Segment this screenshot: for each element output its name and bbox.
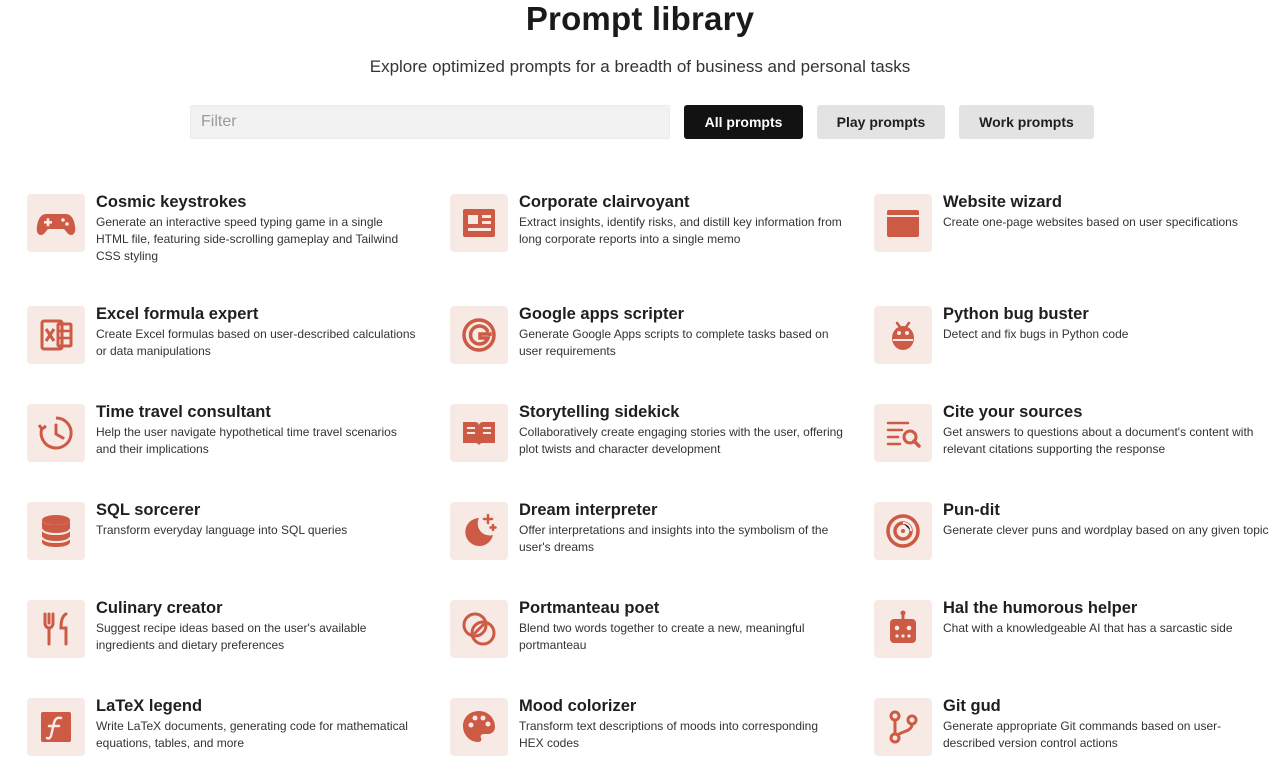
prompt-card-python-bug-buster[interactable]: Python bug buster Detect and fix bugs in… (874, 305, 1264, 396)
card-description: Chat with a knowledgeable AI that has a … (943, 621, 1233, 635)
card-title: Pun-dit (943, 501, 1000, 519)
time-travel-icon (27, 404, 85, 462)
prompt-card-hal-the-humorous-helper[interactable]: Hal the humorous helper Chat with a know… (874, 599, 1264, 690)
card-description: Generate appropriate Git commands based … (943, 719, 1222, 750)
google-icon (450, 306, 508, 364)
prompt-card-storytelling-sidekick[interactable]: Storytelling sidekick Collaboratively cr… (450, 403, 850, 494)
gamepad-icon (27, 194, 85, 252)
card-title: SQL sorcerer (96, 501, 201, 519)
card-description: Generate clever puns and wordplay based … (943, 523, 1269, 537)
prompt-card-sql-sorcerer[interactable]: SQL sorcerer Transform everyday language… (27, 501, 417, 592)
card-title: Hal the humorous helper (943, 599, 1138, 617)
prompt-card-excel-formula-expert[interactable]: Excel formula expert Create Excel formul… (27, 305, 417, 396)
card-title: Python bug buster (943, 305, 1089, 323)
card-title: Culinary creator (96, 599, 223, 617)
card-title: Google apps scripter (519, 305, 685, 323)
card-description: Generate an interactive speed typing gam… (96, 215, 399, 263)
card-title: Corporate clairvoyant (519, 193, 690, 211)
robot-icon (874, 600, 932, 658)
excel-icon (27, 306, 85, 364)
spiral-icon (874, 502, 932, 560)
tab-play-prompts[interactable]: Play prompts (817, 105, 945, 139)
filter-input[interactable] (190, 105, 670, 139)
card-title: Cite your sources (943, 403, 1083, 421)
bug-icon (874, 306, 932, 364)
card-title: Cosmic keystrokes (96, 193, 247, 211)
card-title: Mood colorizer (519, 697, 637, 715)
card-description: Blend two words together to create a new… (519, 621, 805, 652)
card-title: Excel formula expert (96, 305, 259, 323)
prompt-card-portmanteau-poet[interactable]: Portmanteau poet Blend two words togethe… (450, 599, 850, 690)
card-title: Dream interpreter (519, 501, 658, 519)
moon-stars-icon (450, 502, 508, 560)
utensils-icon (27, 600, 85, 658)
prompt-card-time-travel-consultant[interactable]: Time travel consultant Help the user nav… (27, 403, 417, 494)
tab-work-prompts[interactable]: Work prompts (959, 105, 1094, 139)
function-icon (27, 698, 85, 756)
card-description: Generate Google Apps scripts to complete… (519, 327, 829, 358)
prompt-card-mood-colorizer[interactable]: Mood colorizer Transform text descriptio… (450, 697, 850, 777)
tab-all-prompts[interactable]: All prompts (684, 105, 803, 139)
prompt-card-git-gud[interactable]: Git gud Generate appropriate Git command… (874, 697, 1264, 777)
card-title: Time travel consultant (96, 403, 271, 421)
card-title: Git gud (943, 697, 1001, 715)
card-description: Offer interpretations and insights into … (519, 523, 829, 554)
page-subtitle: Explore optimized prompts for a breadth … (369, 57, 911, 76)
prompt-card-website-wizard[interactable]: Website wizard Create one-page websites … (874, 193, 1264, 284)
newspaper-icon (450, 194, 508, 252)
prompt-card-dream-interpreter[interactable]: Dream interpreter Offer interpretations … (450, 501, 850, 592)
card-description: Create Excel formulas based on user-desc… (96, 327, 416, 358)
card-description: Collaboratively create engaging stories … (519, 425, 843, 456)
card-description: Help the user navigate hypothetical time… (96, 425, 397, 456)
prompt-card-latex-legend[interactable]: LaTeX legend Write LaTeX documents, gene… (27, 697, 417, 777)
card-title: Website wizard (943, 193, 1062, 211)
prompt-card-cosmic-keystrokes[interactable]: Cosmic keystrokes Generate an interactiv… (27, 193, 417, 284)
card-description: Transform text descriptions of moods int… (519, 719, 819, 750)
overlap-circles-icon (450, 600, 508, 658)
page-title: Prompt library (525, 0, 755, 37)
card-title: Portmanteau poet (519, 599, 660, 617)
git-branch-icon (874, 698, 932, 756)
prompt-card-cite-your-sources[interactable]: Cite your sources Get answers to questio… (874, 403, 1264, 494)
card-description: Get answers to questions about a documen… (943, 425, 1254, 456)
palette-icon (450, 698, 508, 756)
book-icon (450, 404, 508, 462)
card-description: Suggest recipe ideas based on the user's… (96, 621, 367, 652)
browser-window-icon (874, 194, 932, 252)
prompt-card-culinary-creator[interactable]: Culinary creator Suggest recipe ideas ba… (27, 599, 417, 690)
database-icon (27, 502, 85, 560)
card-description: Extract insights, identify risks, and di… (519, 215, 842, 246)
prompt-card-pun-dit[interactable]: Pun-dit Generate clever puns and wordpla… (874, 501, 1274, 592)
card-description: Write LaTeX documents, generating code f… (96, 719, 408, 750)
prompt-card-google-apps-scripter[interactable]: Google apps scripter Generate Google App… (450, 305, 850, 396)
card-title: Storytelling sidekick (519, 403, 680, 421)
search-document-icon (874, 404, 932, 462)
prompt-card-corporate-clairvoyant[interactable]: Corporate clairvoyant Extract insights, … (450, 193, 850, 284)
card-description: Detect and fix bugs in Python code (943, 327, 1129, 341)
card-description: Transform everyday language into SQL que… (96, 523, 348, 537)
card-title: LaTeX legend (96, 697, 203, 715)
card-description: Create one-page websites based on user s… (943, 215, 1238, 229)
